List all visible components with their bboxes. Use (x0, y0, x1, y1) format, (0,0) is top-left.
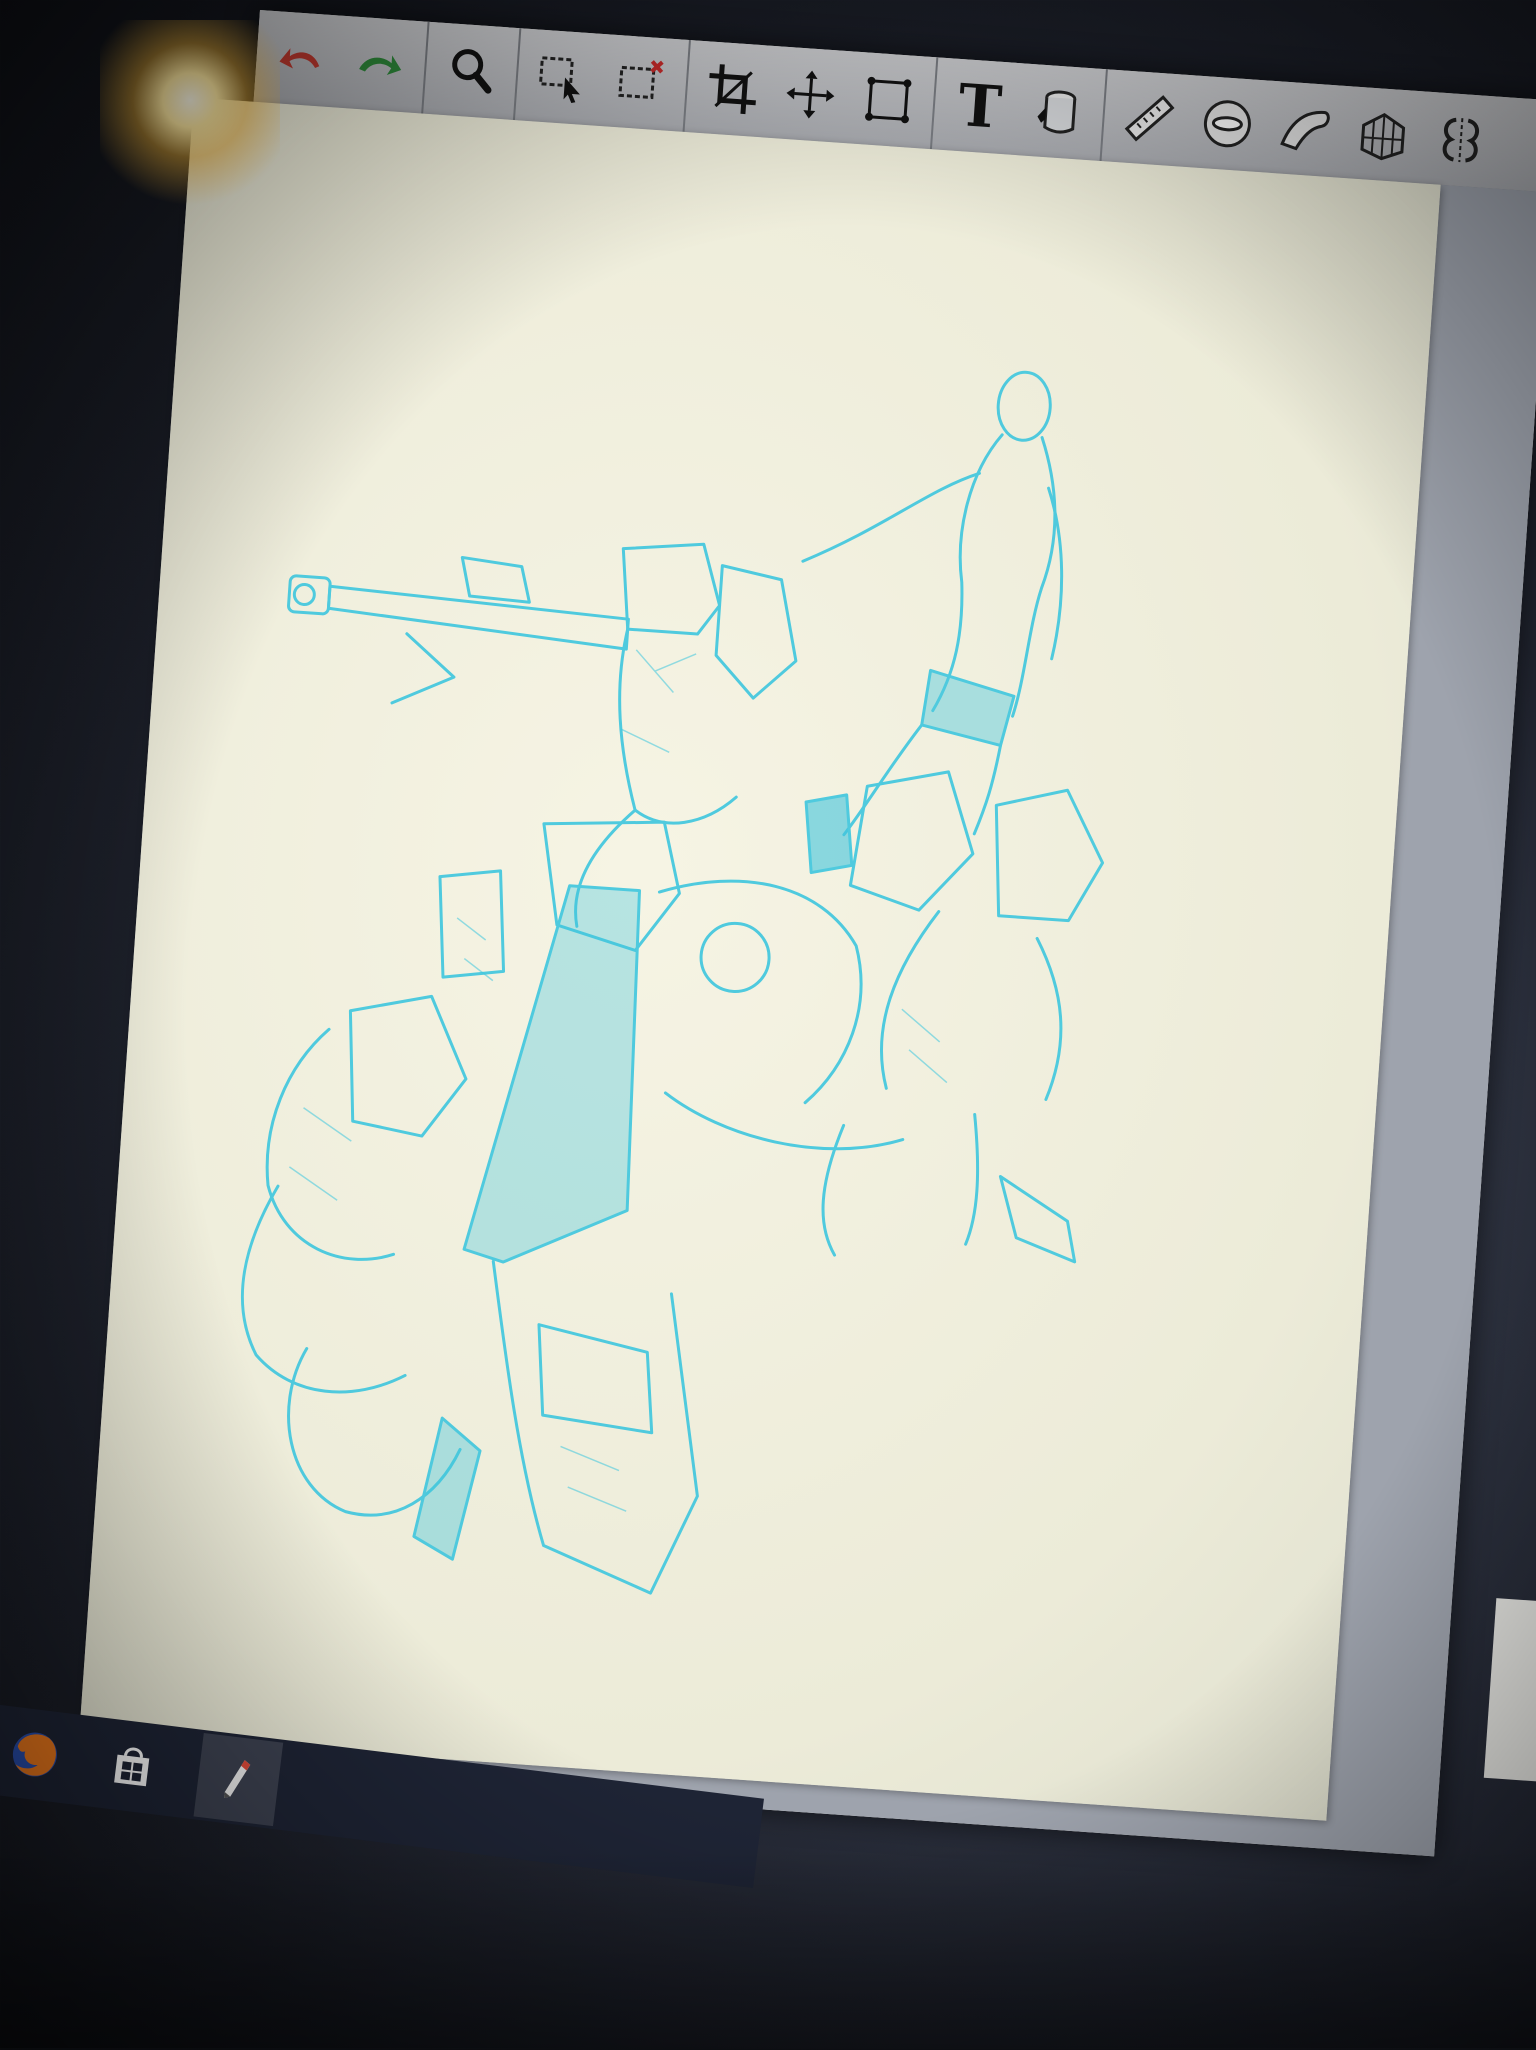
ruler-icon (1124, 95, 1175, 142)
ruler-button[interactable] (1108, 77, 1191, 160)
taskbar-sketch-app[interactable] (193, 1732, 284, 1827)
transform-tool-group (684, 40, 939, 150)
transform-button[interactable] (847, 58, 930, 141)
selection-tool-group (514, 28, 691, 132)
taskbar-firefox[interactable] (0, 1720, 69, 1789)
redo-button[interactable] (338, 23, 421, 106)
magnifier-icon (452, 49, 492, 94)
move-arrows-icon (786, 70, 835, 119)
french-curve-icon (1280, 110, 1330, 151)
history-tool-group (253, 10, 430, 114)
undo-button[interactable] (260, 17, 343, 100)
store-icon (114, 1747, 150, 1787)
fill-button[interactable] (1016, 70, 1099, 153)
undo-arrow-icon (279, 48, 320, 69)
paint-bucket-icon (1037, 90, 1077, 134)
mech-sketch-artwork (240, 370, 1105, 1595)
ellipse-guide-icon (1203, 100, 1251, 148)
french-curve-button[interactable] (1264, 88, 1347, 171)
firefox-icon (12, 1732, 57, 1777)
zoom-button[interactable] (430, 29, 513, 112)
transform-box-icon (865, 76, 912, 124)
canvas-area[interactable] (77, 97, 1536, 1857)
deselect-icon (618, 60, 664, 100)
move-button[interactable] (769, 53, 852, 136)
crop-button[interactable] (691, 48, 774, 131)
ellipse-guide-button[interactable] (1186, 82, 1269, 165)
deselect-button[interactable] (599, 41, 682, 124)
monitor-bezel-shadow (0, 1850, 1536, 2050)
perspective-grid-icon (1360, 112, 1406, 161)
selection-arrow-icon (538, 56, 580, 103)
drawing-canvas[interactable] (79, 97, 1441, 1821)
select-button[interactable] (521, 36, 604, 119)
text-fill-tool-group: T (931, 57, 1108, 162)
redo-arrow-icon (359, 55, 402, 76)
taskbar-store[interactable] (98, 1732, 167, 1801)
drawing-app-window: T (77, 10, 1536, 1857)
symmetry-icon (1442, 117, 1480, 163)
text-button[interactable]: T (938, 65, 1021, 148)
monitor-screen: T (0, 0, 1536, 2050)
perspective-button[interactable] (1341, 93, 1424, 176)
background-window-edge (1483, 1598, 1536, 1782)
text-tool-icon: T (956, 71, 1004, 142)
crop-icon (709, 64, 756, 115)
zoom-tool-group (423, 21, 522, 121)
symmetry-button[interactable] (1419, 98, 1502, 181)
sketch-app-icon (224, 1760, 251, 1798)
